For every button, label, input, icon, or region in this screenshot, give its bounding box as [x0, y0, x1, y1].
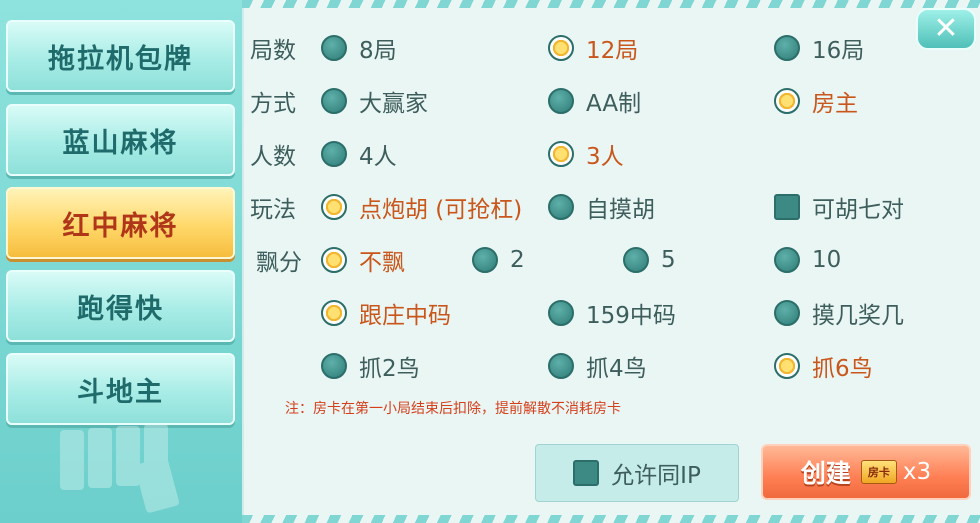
- bird-option-genzhuang[interactable]: 跟庄中码: [321, 296, 451, 330]
- play-label: 玩法: [250, 197, 296, 223]
- bird-count-2[interactable]: 抓2鸟: [321, 349, 420, 383]
- tab-lanshan-mahjong[interactable]: 蓝山麻将: [6, 104, 235, 176]
- card-count: x3: [902, 459, 932, 485]
- players-option-4[interactable]: 4人: [321, 137, 397, 171]
- radio-icon: [321, 88, 347, 114]
- mode-option-winner[interactable]: 大赢家: [321, 84, 428, 118]
- radio-icon: [472, 247, 498, 273]
- radio-icon: [548, 88, 574, 114]
- mode-label: 方式: [250, 91, 296, 117]
- create-label: 创建: [800, 459, 851, 488]
- float-option-none[interactable]: 不飘: [321, 243, 405, 277]
- mahjong-tiles-decoration: [55, 420, 180, 520]
- radio-selected-icon: [548, 141, 574, 167]
- room-card-icon: 房卡: [860, 460, 897, 484]
- bird-option-159[interactable]: 159中码: [548, 296, 676, 330]
- bird-count-6[interactable]: 抓6鸟: [774, 349, 873, 383]
- tab-hongzhong-mahjong[interactable]: 红中麻将: [6, 187, 235, 259]
- radio-selected-icon: [321, 194, 347, 220]
- checkbox-icon: [573, 460, 600, 486]
- float-option-2[interactable]: 2: [472, 243, 525, 277]
- radio-icon: [774, 300, 800, 326]
- game-sidebar: 拖拉机包牌 蓝山麻将 红中麻将 跑得快 斗地主: [0, 0, 242, 523]
- float-option-10[interactable]: 10: [774, 243, 841, 277]
- checkbox-icon: [774, 194, 800, 220]
- rounds-option-8[interactable]: 8局: [321, 31, 397, 65]
- play-checkbox-qidui[interactable]: 可胡七对: [774, 190, 904, 224]
- play-option-dianpao[interactable]: 点炮胡 (可抢杠): [321, 190, 522, 224]
- players-label: 人数: [250, 144, 296, 170]
- close-icon: ✕: [933, 11, 959, 46]
- mode-option-aa[interactable]: AA制: [548, 84, 641, 118]
- bird-count-4[interactable]: 抓4鸟: [548, 349, 647, 383]
- radio-icon: [548, 300, 574, 326]
- radio-icon: [321, 353, 347, 379]
- float-label: 飘分: [256, 250, 302, 276]
- allow-same-ip-toggle[interactable]: 允许同IP: [535, 444, 739, 502]
- rounds-option-12[interactable]: 12局: [548, 31, 638, 65]
- radio-icon: [774, 35, 800, 61]
- tab-doudizhu[interactable]: 斗地主: [6, 353, 235, 425]
- create-room-button[interactable]: 创建 房卡 x3: [761, 444, 971, 500]
- radio-icon: [321, 35, 347, 61]
- players-option-3[interactable]: 3人: [548, 137, 624, 171]
- close-button[interactable]: ✕: [916, 8, 976, 50]
- radio-selected-icon: [774, 353, 800, 379]
- bird-option-mojijiangji[interactable]: 摸几奖几: [774, 296, 904, 330]
- radio-icon: [774, 247, 800, 273]
- float-option-5[interactable]: 5: [623, 243, 676, 277]
- play-option-zimo[interactable]: 自摸胡: [548, 190, 655, 224]
- radio-icon: [548, 194, 574, 220]
- radio-icon: [321, 141, 347, 167]
- tab-paodekuai[interactable]: 跑得快: [6, 270, 235, 342]
- radio-icon: [548, 353, 574, 379]
- room-card-note: 注：房卡在第一小局结束后扣除，提前解散不消耗房卡: [285, 401, 621, 417]
- rounds-label: 局数: [250, 38, 296, 64]
- radio-selected-icon: [321, 247, 347, 273]
- top-border-stripe: [242, 0, 980, 8]
- radio-selected-icon: [774, 88, 800, 114]
- bottom-border-stripe: [242, 515, 980, 523]
- radio-icon: [623, 247, 649, 273]
- tab-tuolaji[interactable]: 拖拉机包牌: [6, 20, 235, 92]
- radio-selected-icon: [321, 300, 347, 326]
- rounds-option-16[interactable]: 16局: [774, 31, 864, 65]
- allow-same-ip-label: 允许同IP: [611, 463, 701, 489]
- radio-selected-icon: [548, 35, 574, 61]
- mode-option-host[interactable]: 房主: [774, 84, 858, 118]
